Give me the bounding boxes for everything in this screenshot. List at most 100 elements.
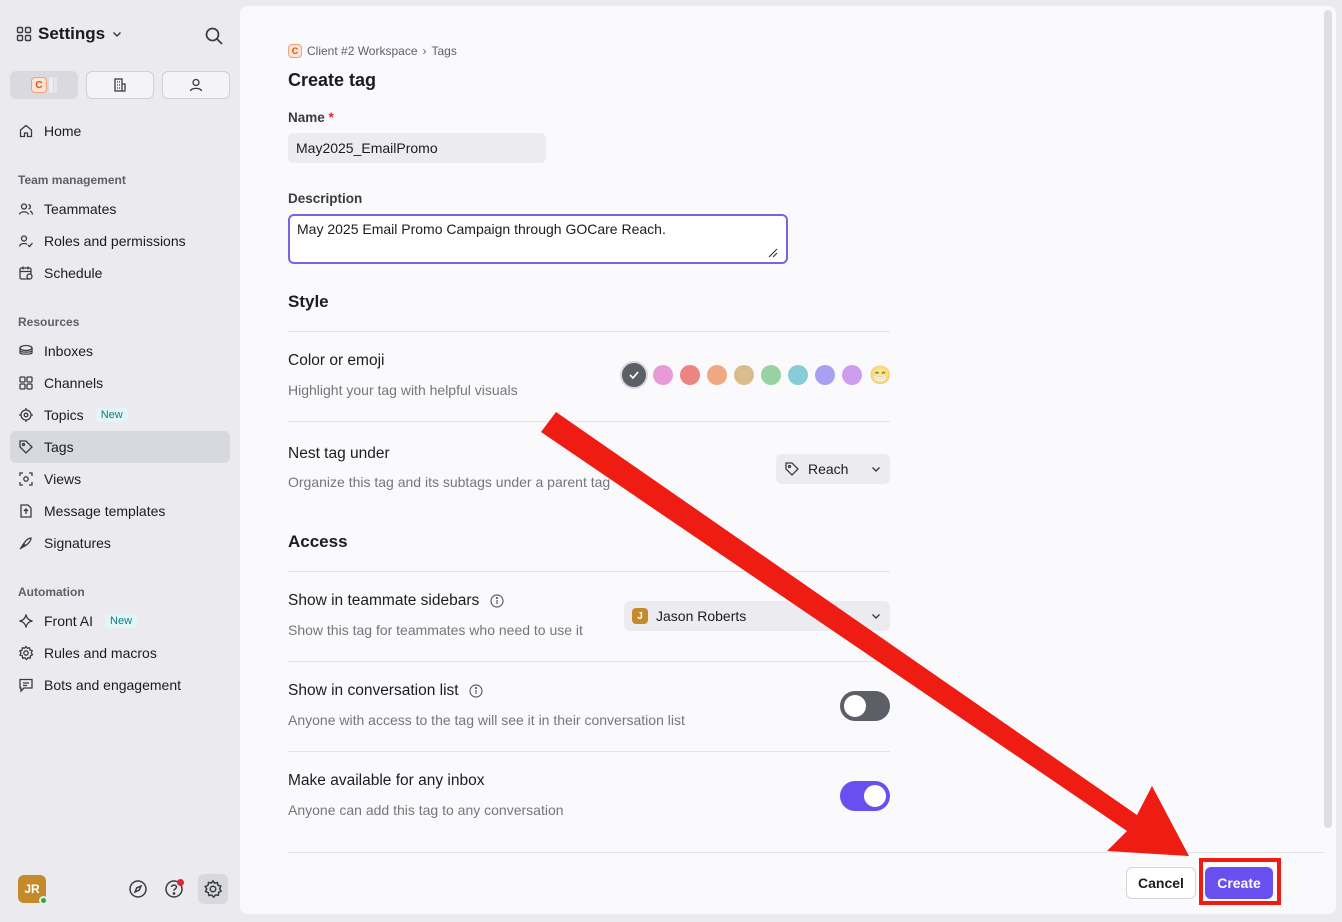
toggle-knob xyxy=(844,695,866,717)
info-icon[interactable] xyxy=(489,594,504,608)
info-icon[interactable] xyxy=(469,684,483,698)
color-swatches: 😁 xyxy=(622,363,891,387)
sidebar-item-bots[interactable]: Bots and engagement xyxy=(10,669,230,701)
workspace-badge: C xyxy=(31,77,47,93)
sidebar-item-label: Schedule xyxy=(44,265,103,281)
cancel-button[interactable]: Cancel xyxy=(1126,867,1196,899)
settings-menu-trigger[interactable]: Settings xyxy=(16,24,123,44)
sidebar-item-signatures[interactable]: Signatures xyxy=(10,527,230,559)
teammate-sidebars-title: Show in teammate sidebars xyxy=(288,592,504,610)
sidebar-item-rules[interactable]: Rules and macros xyxy=(10,637,230,669)
sidebar-item-label: Channels xyxy=(44,375,104,391)
color-emoji-title: Color or emoji xyxy=(288,352,385,369)
breadcrumb-workspace[interactable]: Client #2 Workspace xyxy=(307,44,418,58)
signature-icon xyxy=(19,537,32,550)
breadcrumb-current[interactable]: Tags xyxy=(432,44,457,58)
sidebar-item-tags[interactable]: Tags xyxy=(10,431,230,463)
sidebar-item-label: Signatures xyxy=(44,535,111,551)
home-icon xyxy=(19,124,33,138)
workspace-badge: C xyxy=(288,44,302,58)
toggle-knob xyxy=(864,785,886,807)
schedule-icon xyxy=(19,266,33,280)
chat-icon xyxy=(19,678,33,693)
sidebar-item-home[interactable]: Home xyxy=(10,115,230,147)
sidebar-item-teammates[interactable]: Teammates xyxy=(10,193,230,225)
swatch-tan[interactable] xyxy=(734,365,754,385)
sidebar-item-channels[interactable]: Channels xyxy=(10,367,230,399)
conversation-list-title: Show in conversation list xyxy=(288,682,483,700)
parent-tag-value: Reach xyxy=(808,461,849,477)
sidebar-item-schedule[interactable]: Schedule xyxy=(10,257,230,289)
divider xyxy=(288,751,890,752)
swatch-purple[interactable] xyxy=(842,365,862,385)
teammate-sidebars-text: Show in teammate sidebars xyxy=(288,592,480,609)
nest-tag-desc: Organize this tag and its subtags under … xyxy=(288,474,611,490)
section-label-resources: Resources xyxy=(18,315,80,329)
template-icon xyxy=(20,504,32,518)
sidebar-title: Settings xyxy=(38,24,106,43)
sidebar-item-label: Teammates xyxy=(44,201,117,217)
swatch-pink[interactable] xyxy=(653,365,673,385)
breadcrumb: C Client #2 Workspace › Tags xyxy=(288,44,457,58)
any-inbox-toggle[interactable] xyxy=(840,781,890,811)
description-label: Description xyxy=(288,191,363,206)
tab-personal[interactable] xyxy=(162,71,230,99)
swatch-red[interactable] xyxy=(680,365,700,385)
breadcrumb-separator: › xyxy=(422,44,427,58)
building-icon xyxy=(114,78,126,92)
settings-sidebar: Settings C Home Team management Teammate… xyxy=(0,0,240,922)
tag-icon xyxy=(19,440,33,454)
section-label-team: Team management xyxy=(18,173,126,187)
chevron-down-icon xyxy=(872,467,880,472)
annotation-highlight-box xyxy=(1199,858,1281,905)
sidebar-item-message-templates[interactable]: Message templates xyxy=(10,495,230,527)
scope-tabs: C xyxy=(10,71,230,99)
swatch-orange[interactable] xyxy=(707,365,727,385)
swatch-green[interactable] xyxy=(761,365,781,385)
swatch-teal[interactable] xyxy=(788,365,808,385)
compass-icon[interactable] xyxy=(126,877,150,901)
parent-tag-select[interactable]: Reach xyxy=(776,454,890,484)
sparkle-icon xyxy=(19,614,33,628)
sidebar-item-topics[interactable]: Topics New xyxy=(10,399,230,431)
emoji-picker-icon[interactable]: 😁 xyxy=(869,365,891,385)
sidebar-item-label: Inboxes xyxy=(44,343,94,359)
page-title: Create tag xyxy=(288,70,377,90)
sidebar-item-label: Tags xyxy=(44,439,74,455)
sidebar-item-inboxes[interactable]: Inboxes xyxy=(10,335,230,367)
footer-divider xyxy=(288,852,1324,853)
settings-gear-icon[interactable] xyxy=(198,874,228,904)
conversation-list-toggle[interactable] xyxy=(840,691,890,721)
scrollbar[interactable] xyxy=(1324,10,1332,828)
tab-workspace[interactable]: C xyxy=(10,71,78,99)
divider xyxy=(288,661,890,662)
sidebar-item-label: Topics xyxy=(44,407,84,423)
new-badge: New xyxy=(105,614,138,628)
sidebar-item-views[interactable]: Views xyxy=(10,463,230,495)
swatch-indigo[interactable] xyxy=(815,365,835,385)
new-badge: New xyxy=(95,408,128,422)
help-icon[interactable] xyxy=(162,877,186,901)
teammate-value: Jason Roberts xyxy=(656,608,747,624)
section-label-automation: Automation xyxy=(18,585,85,599)
teammate-select[interactable]: J Jason Roberts xyxy=(624,601,890,631)
sidebar-item-roles[interactable]: Roles and permissions xyxy=(10,225,230,257)
person-icon xyxy=(189,78,203,92)
sidebar-item-label: Roles and permissions xyxy=(44,233,186,249)
swatch-gray-selected[interactable] xyxy=(622,363,646,387)
tag-icon xyxy=(785,462,799,476)
any-inbox-desc: Anyone can add this tag to any conversat… xyxy=(288,802,564,818)
tab-company[interactable] xyxy=(86,71,154,99)
resize-grip-icon[interactable] xyxy=(766,246,778,258)
views-icon xyxy=(19,472,33,486)
sidebar-item-front-ai[interactable]: Front AI New xyxy=(10,605,230,637)
divider xyxy=(288,421,890,422)
conversation-list-desc: Anyone with access to the tag will see i… xyxy=(288,712,685,728)
chevron-down-icon xyxy=(872,614,880,619)
name-input[interactable] xyxy=(288,133,546,163)
description-textarea[interactable]: May 2025 Email Promo Campaign through GO… xyxy=(288,214,788,264)
search-icon[interactable] xyxy=(204,26,224,46)
sidebar-item-label: Front AI xyxy=(44,613,94,629)
grid-icon xyxy=(16,26,32,42)
check-icon xyxy=(629,371,639,380)
